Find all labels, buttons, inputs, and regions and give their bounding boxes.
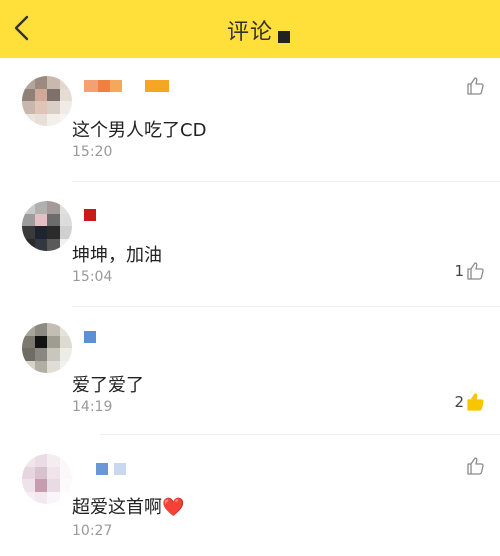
like-button[interactable]: [464, 455, 486, 477]
page-title: 评论: [226, 20, 273, 45]
comment-time: 14:19: [72, 399, 113, 415]
like-count: 1: [454, 262, 464, 280]
comment-time: 15:20: [72, 144, 113, 160]
thumbs-up-filled-icon: [467, 393, 484, 411]
like-button[interactable]: 1: [454, 260, 486, 282]
comment-time: 10:27: [72, 523, 113, 539]
divider: [72, 306, 500, 307]
avatar[interactable]: [22, 76, 72, 126]
avatar[interactable]: [22, 201, 72, 251]
comment-text: 爱了爱了: [72, 375, 144, 396]
username-blurred: [84, 463, 132, 475]
avatar[interactable]: [22, 323, 72, 373]
comment-list[interactable]: 这个男人吃了CD 15:20 1 坤坤，加油 15:04 2 爱了爱了 14:1…: [0, 58, 500, 556]
thumbs-up-icon: [467, 457, 484, 475]
top-bar: 评论: [0, 0, 500, 58]
comment-text: 这个男人吃了CD: [72, 120, 207, 141]
username-blurred: [84, 209, 102, 221]
username-blurred: [84, 331, 102, 343]
divider: [72, 181, 500, 182]
like-button[interactable]: [464, 75, 486, 97]
comment-text: 超爱这首啊❤️: [72, 497, 185, 518]
like-button[interactable]: 2: [454, 391, 486, 413]
like-count: 2: [454, 393, 464, 411]
thumbs-up-icon: [467, 77, 484, 95]
comment-text: 坤坤，加油: [72, 245, 162, 266]
thumbs-up-icon: [467, 262, 484, 280]
comment-time: 15:04: [72, 269, 113, 285]
username-blurred: [84, 80, 175, 92]
avatar[interactable]: [22, 454, 72, 504]
status-mark: [278, 31, 290, 43]
divider: [100, 434, 500, 435]
